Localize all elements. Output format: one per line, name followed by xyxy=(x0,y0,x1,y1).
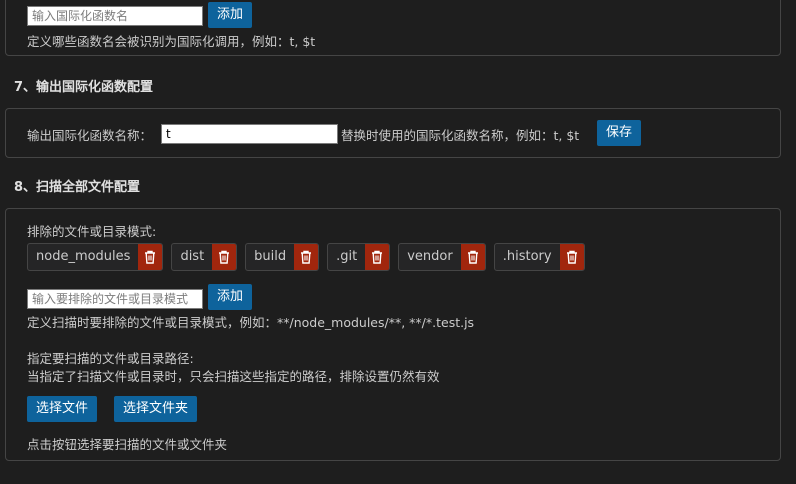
delete-pattern-button[interactable] xyxy=(460,244,485,270)
exclude-patterns-label: 排除的文件或目录模式: xyxy=(27,224,157,239)
i18n-functions-panel: 添加 定义哪些函数名会被识别为国际化调用，例如：t, $t xyxy=(5,0,781,56)
select-paths-hint: 点击按钮选择要扫描的文件或文件夹 xyxy=(27,437,228,452)
delete-pattern-button[interactable] xyxy=(212,244,237,270)
trash-icon xyxy=(566,250,577,264)
exclude-pattern-tag: dist xyxy=(171,243,238,271)
select-file-button[interactable]: 选择文件 xyxy=(27,396,98,422)
output-function-panel: 输出国际化函数名称： 替换时使用的国际化函数名称，例如：t, $t 保存 xyxy=(5,108,781,158)
exclude-pattern-list: node_modules dist build .git vendor .his… xyxy=(27,243,585,271)
i18n-function-input[interactable] xyxy=(27,6,203,26)
exclude-pattern-tag: build xyxy=(245,243,320,271)
exclude-pattern-tag: .git xyxy=(327,243,391,271)
delete-pattern-button[interactable] xyxy=(559,244,584,270)
trash-icon xyxy=(145,250,156,264)
delete-pattern-button[interactable] xyxy=(138,244,163,270)
exclude-pattern-text: vendor xyxy=(407,249,453,264)
output-function-input[interactable] xyxy=(161,124,338,144)
output-function-label: 输出国际化函数名称： xyxy=(27,128,153,143)
exclude-pattern-tag: vendor xyxy=(398,243,486,271)
trash-icon xyxy=(301,250,312,264)
save-button[interactable]: 保存 xyxy=(597,120,642,146)
exclude-pattern-text: node_modules xyxy=(36,249,131,264)
trash-icon xyxy=(219,250,230,264)
include-paths-description: 当指定了扫描文件或目录时，只会扫描这些指定的路径，排除设置仍然有效 xyxy=(27,369,440,384)
exclude-pattern-input[interactable] xyxy=(27,289,203,309)
delete-pattern-button[interactable] xyxy=(294,244,319,270)
include-paths-label: 指定要扫描的文件或目录路径: xyxy=(27,351,194,366)
exclude-pattern-text: build xyxy=(254,249,287,264)
settings-page: 添加 定义哪些函数名会被识别为国际化调用，例如：t, $t 7、输出国际化函数配… xyxy=(0,0,796,484)
exclude-pattern-tag: node_modules xyxy=(27,243,164,271)
section-8-title: 8、扫描全部文件配置 xyxy=(14,180,141,195)
add-exclude-pattern-button[interactable]: 添加 xyxy=(208,284,253,310)
exclude-pattern-hint: 定义扫描时要排除的文件或目录模式，例如：**/node_modules/**, … xyxy=(27,315,475,330)
section-7-title: 7、输出国际化函数配置 xyxy=(14,80,154,95)
delete-pattern-button[interactable] xyxy=(365,244,390,270)
add-i18n-function-button[interactable]: 添加 xyxy=(208,2,253,28)
scan-files-panel: 排除的文件或目录模式: node_modules dist build .git… xyxy=(5,208,781,461)
exclude-pattern-text: .history xyxy=(502,249,552,264)
exclude-pattern-text: dist xyxy=(180,249,205,264)
trash-icon xyxy=(372,250,383,264)
i18n-function-hint: 定义哪些函数名会被识别为国际化调用，例如：t, $t xyxy=(27,34,316,49)
exclude-pattern-tag: .history xyxy=(493,243,585,271)
trash-icon xyxy=(467,250,478,264)
exclude-pattern-text: .git xyxy=(336,249,358,264)
select-folder-button[interactable]: 选择文件夹 xyxy=(114,396,198,422)
output-function-hint: 替换时使用的国际化函数名称，例如：t, $t xyxy=(341,128,580,143)
